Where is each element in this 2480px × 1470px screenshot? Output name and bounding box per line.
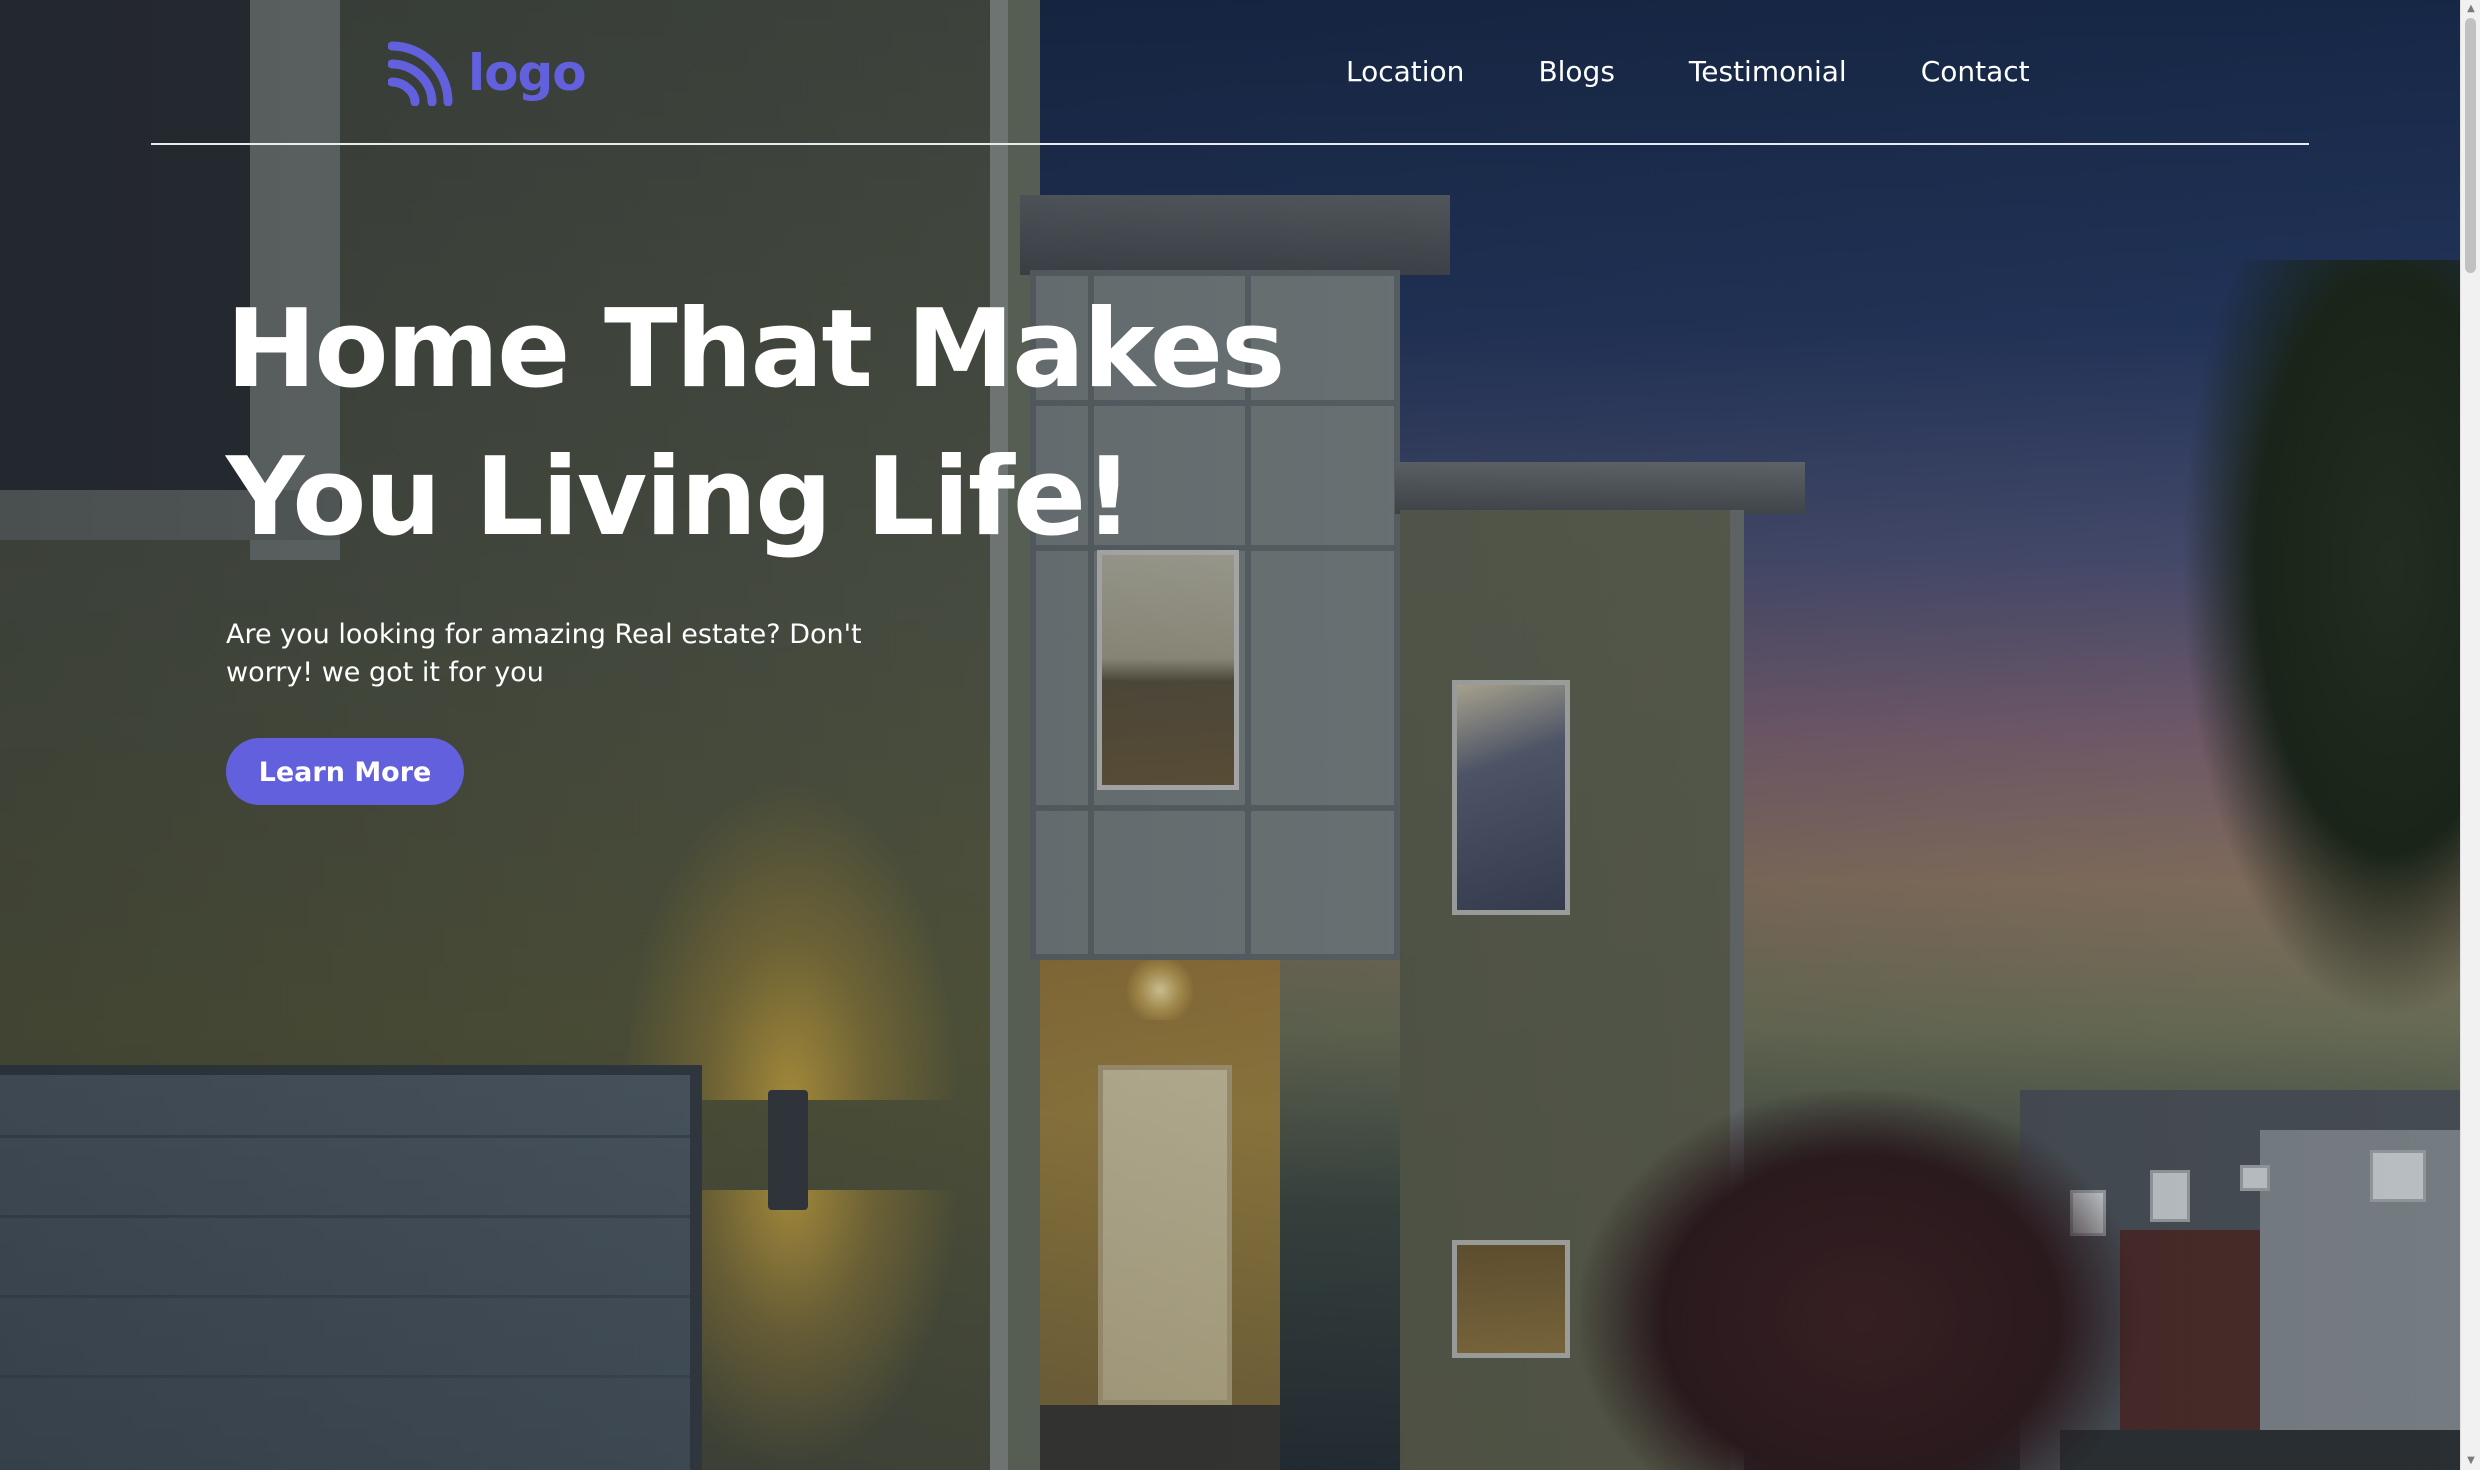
nav-item-blogs[interactable]: Blogs xyxy=(1538,52,1614,92)
landing-page: logo Location Blogs Testimonial Contact … xyxy=(0,0,2480,1470)
hero-section: Home That Makes You Living Life! Are you… xyxy=(226,276,1326,805)
hero-title-line-1: Home That Makes xyxy=(226,287,1285,412)
logo-link[interactable]: logo xyxy=(388,40,587,106)
scroll-thumb[interactable] xyxy=(2465,18,2476,273)
scroll-down-arrow-icon[interactable]: ▼ xyxy=(2461,1452,2480,1470)
logo-text: logo xyxy=(468,44,587,102)
signal-waves-icon xyxy=(388,41,453,106)
header-divider xyxy=(151,143,2309,145)
main-nav: Location Blogs Testimonial Contact xyxy=(1346,52,2030,92)
learn-more-button[interactable]: Learn More xyxy=(226,738,464,805)
hero-title: Home That Makes You Living Life! xyxy=(226,276,1326,572)
nav-item-contact[interactable]: Contact xyxy=(1921,52,2030,92)
nav-item-location[interactable]: Location xyxy=(1346,52,1464,92)
hero-subtitle: Are you looking for amazing Real estate?… xyxy=(226,619,862,688)
scroll-up-arrow-icon[interactable]: ▲ xyxy=(2461,0,2480,18)
nav-item-testimonial[interactable]: Testimonial xyxy=(1689,52,1847,92)
page-scrollbar[interactable]: ▲ ▼ xyxy=(2460,0,2480,1470)
hero-title-line-2: You Living Life! xyxy=(226,435,1133,560)
site-header: logo Location Blogs Testimonial Contact xyxy=(0,0,2460,146)
